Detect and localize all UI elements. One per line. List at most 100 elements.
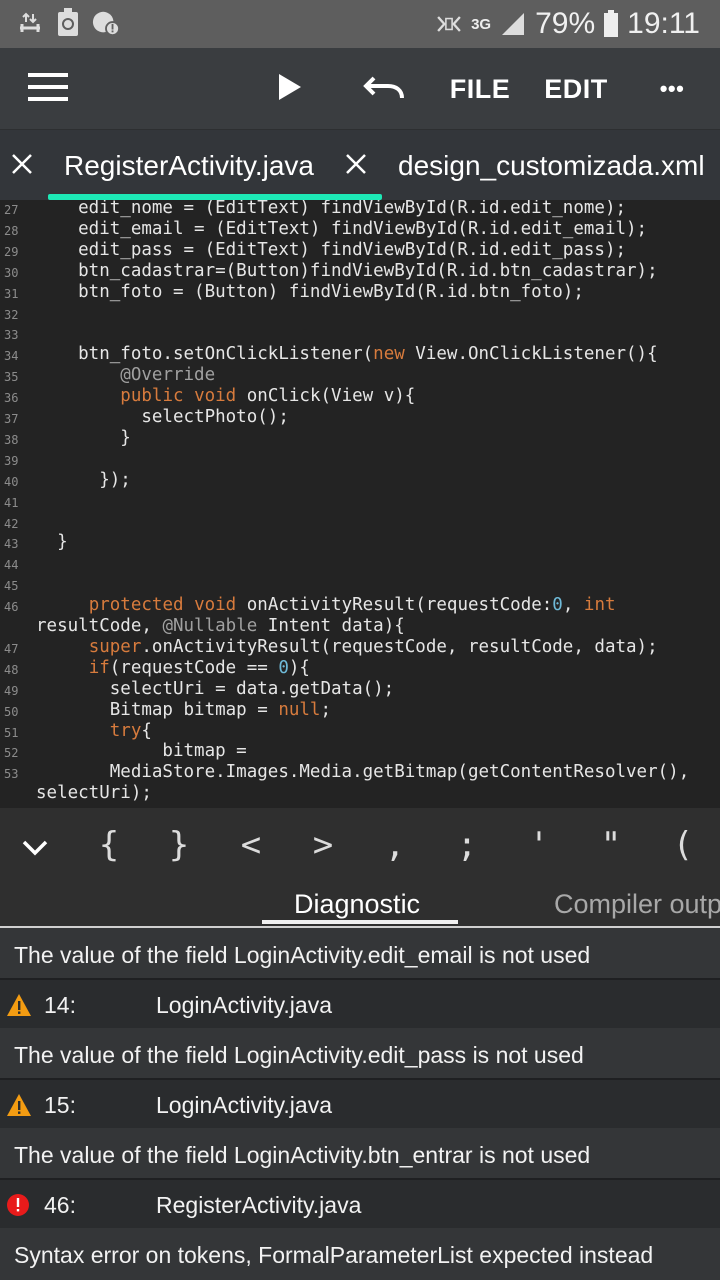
tab-compiler-output[interactable]: Compiler outp (554, 884, 720, 924)
diagnostic-message-row[interactable]: Syntax error on tokens, FormalParameterL… (0, 1230, 720, 1280)
code-line[interactable]: 41 (0, 491, 720, 512)
close-brace-key[interactable]: } (154, 822, 204, 868)
code-text: try{ (109, 720, 152, 741)
code-line[interactable]: 38 } (0, 428, 720, 449)
code-editor[interactable]: 27 edit_nome = (EditText) findViewById(R… (0, 200, 720, 808)
code-line[interactable]: 48 if(requestCode == 0){ (0, 658, 720, 679)
line-number: 33 (4, 328, 19, 343)
code-line[interactable]: 36 public void onClick(View v){ (0, 386, 720, 407)
close-tab-button[interactable] (6, 146, 38, 186)
line-number: 43 (4, 537, 19, 552)
clock: 19:11 (627, 7, 700, 40)
line-number: 41 (4, 495, 19, 510)
code-line[interactable]: 43 } (0, 532, 720, 553)
code-line[interactable]: selectUri); (0, 783, 720, 804)
greater-than-key[interactable]: > (298, 822, 348, 868)
diagnostic-header-row[interactable]: 14: LoginActivity.java (0, 978, 720, 1028)
code-line[interactable]: 34 btn_foto.setOnClickListener(new View.… (0, 344, 720, 365)
code-text: edit_email = (EditText) findViewById(R.i… (36, 218, 648, 239)
single-quote-key[interactable]: ' (514, 822, 564, 868)
play-icon (277, 72, 303, 107)
code-line[interactable]: 33 (0, 323, 720, 344)
code-line[interactable]: 37 selectPhoto(); (0, 407, 720, 428)
undo-icon (362, 74, 406, 105)
double-quote-key[interactable]: " (586, 822, 636, 868)
diagnostic-message-row[interactable]: The value of the field LoginActivity.edi… (0, 930, 720, 980)
code-text: resultCode, @Nullable Intent data){ (36, 616, 405, 636)
undo-button[interactable] (356, 48, 412, 130)
code-line[interactable]: 44 (0, 553, 720, 574)
code-line[interactable]: 35 @Override (0, 365, 720, 386)
hamburger-menu-icon (28, 72, 68, 106)
code-line[interactable]: 46 protected void onActivityResult(reque… (0, 595, 720, 616)
line-number: 46 (4, 600, 19, 615)
tab-diagnostic[interactable]: Diagnostic (294, 884, 420, 924)
code-text: if(requestCode == 0){ (88, 657, 310, 678)
line-number: 39 (4, 453, 19, 468)
warning-icon (6, 993, 32, 1017)
code-line[interactable]: 50 Bitmap bitmap = null; (0, 700, 720, 721)
open-brace-key[interactable]: { (84, 822, 134, 868)
code-text: selectUri = data.getData(); (36, 678, 395, 699)
error-icon (6, 1193, 32, 1217)
less-than-key[interactable]: < (226, 822, 276, 868)
code-text: btn_foto.setOnClickListener(new View.OnC… (36, 344, 658, 365)
code-text: MediaStore.Images.Media.getBitmap(getCon… (36, 762, 690, 783)
code-line[interactable]: 52 bitmap = (0, 741, 720, 762)
line-number: 36 (4, 391, 19, 406)
code-line[interactable]: 40 }); (0, 470, 720, 491)
code-line[interactable]: 27 edit_nome = (EditText) findViewById(R… (0, 200, 720, 219)
close-icon (11, 153, 33, 180)
code-text: Bitmap bitmap = null; (36, 699, 332, 720)
diagnostic-line-number: 14: (44, 992, 76, 1018)
code-line[interactable]: 47 super.onActivityResult(requestCode, r… (0, 637, 720, 658)
code-line[interactable]: resultCode, @Nullable Intent data){ (0, 616, 720, 637)
code-line[interactable]: 53 MediaStore.Images.Media.getBitmap(get… (0, 762, 720, 783)
diagnostic-message: Syntax error on tokens, FormalParameterL… (14, 1242, 654, 1268)
line-number: 42 (4, 516, 19, 531)
code-line[interactable]: 45 (0, 574, 720, 595)
line-number: 45 (4, 579, 19, 594)
code-line[interactable]: 32 (0, 303, 720, 324)
diagnostic-header-row[interactable]: 46: RegisterActivity.java (0, 1178, 720, 1228)
comma-key[interactable]: , (370, 822, 420, 868)
diagnostic-message: The value of the field LoginActivity.edi… (14, 942, 591, 968)
more-options-button[interactable]: ••• (644, 48, 700, 130)
network-type-label: 3G (471, 15, 492, 33)
code-text: protected void onActivityResult(requestC… (88, 595, 616, 616)
code-line[interactable]: 30 btn_cadastrar=(Button)findViewById(R.… (0, 261, 720, 282)
run-button[interactable] (262, 48, 318, 130)
diagnostic-message-row[interactable]: The value of the field LoginActivity.edi… (0, 1030, 720, 1080)
code-line[interactable]: 51 try{ (0, 721, 720, 742)
collapse-panel-button[interactable] (10, 822, 60, 868)
code-text: edit_pass = (EditText) findViewById(R.id… (36, 239, 627, 260)
recycle-icon (54, 8, 82, 38)
diagnostic-message-row[interactable]: The value of the field LoginActivity.btn… (0, 1130, 720, 1180)
code-line[interactable]: 39 (0, 449, 720, 470)
close-icon (345, 153, 367, 180)
edit-menu-button[interactable]: EDIT (540, 48, 612, 130)
code-text: btn_foto = (Button) findViewById(R.id.bt… (36, 281, 584, 302)
line-number: 29 (4, 244, 19, 259)
code-line[interactable]: 49 selectUri = data.getData(); (0, 679, 720, 700)
chevron-down-icon (22, 825, 48, 865)
menu-button[interactable] (18, 48, 78, 130)
code-line[interactable]: 42 (0, 512, 720, 533)
file-menu-button[interactable]: FILE (446, 48, 514, 130)
line-number: 50 (4, 704, 19, 719)
editor-toolbar: FILE EDIT ••• (0, 48, 720, 130)
line-number: 53 (4, 767, 19, 782)
tab-register-activity[interactable]: RegisterActivity.java (64, 150, 314, 182)
code-line[interactable]: 31 btn_foto = (Button) findViewById(R.id… (0, 282, 720, 303)
close-tab-button[interactable] (340, 146, 372, 186)
code-line[interactable]: 28 edit_email = (EditText) findViewById(… (0, 219, 720, 240)
open-paren-key[interactable]: ( (658, 822, 708, 868)
diagnostic-header-row[interactable]: 15: LoginActivity.java (0, 1078, 720, 1128)
line-number: 34 (4, 349, 19, 364)
line-number: 49 (4, 683, 19, 698)
code-line[interactable]: 29 edit_pass = (EditText) findViewById(R… (0, 240, 720, 261)
tab-design-customizada[interactable]: design_customizada.xml (398, 150, 705, 182)
signal-icon (499, 9, 527, 39)
semicolon-key[interactable]: ; (442, 822, 492, 868)
line-number: 52 (4, 746, 19, 761)
